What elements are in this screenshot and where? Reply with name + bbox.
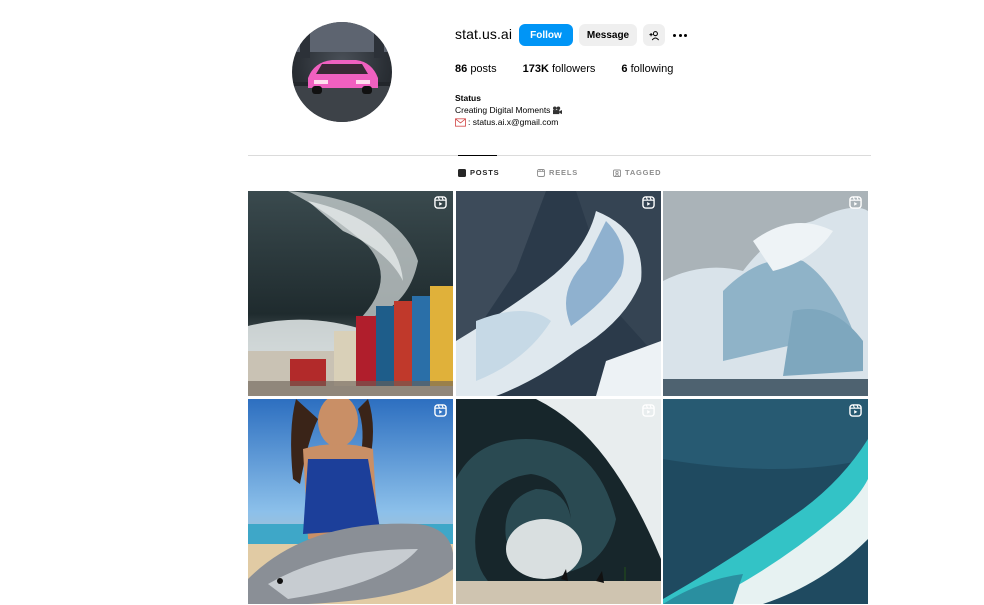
reel-icon bbox=[849, 196, 862, 209]
posts-grid bbox=[248, 191, 868, 604]
bio-email[interactable]: : status.ai.x@gmail.com bbox=[468, 116, 558, 128]
profile-bio: Status Creating Digital Moments : status… bbox=[455, 92, 563, 128]
grid-icon bbox=[458, 168, 466, 177]
bio-tagline: Creating Digital Moments bbox=[455, 105, 551, 115]
reel-icon bbox=[641, 196, 655, 209]
tabs-divider bbox=[248, 155, 871, 156]
post-image bbox=[455, 191, 661, 396]
post-image bbox=[248, 399, 453, 604]
reel-icon bbox=[434, 196, 447, 209]
reel-icon bbox=[641, 404, 655, 417]
reel-icon bbox=[849, 404, 862, 417]
more-icon bbox=[673, 33, 676, 37]
reels-icon bbox=[537, 168, 545, 177]
post-image bbox=[663, 399, 868, 604]
profile-page: stat.us.ai Follow Message 86 posts 173K … bbox=[0, 0, 984, 605]
message-button[interactable]: Message bbox=[579, 24, 637, 46]
profile-username: stat.us.ai bbox=[455, 26, 513, 42]
reel-icon bbox=[434, 404, 447, 417]
post-image bbox=[455, 399, 661, 604]
bio-name: Status bbox=[455, 93, 481, 103]
tab-reels[interactable]: REELS bbox=[537, 168, 578, 177]
post-tile[interactable] bbox=[455, 399, 661, 604]
suggested-accounts-button[interactable] bbox=[643, 24, 665, 46]
profile-avatar[interactable] bbox=[292, 22, 392, 122]
post-tile[interactable] bbox=[248, 191, 453, 396]
active-tab-indicator bbox=[458, 155, 497, 156]
post-image bbox=[663, 191, 868, 396]
post-tile[interactable] bbox=[663, 191, 868, 396]
post-tile[interactable] bbox=[663, 399, 868, 604]
post-tile[interactable] bbox=[455, 191, 661, 396]
follow-button[interactable]: Follow bbox=[519, 24, 573, 46]
more-options-button[interactable] bbox=[671, 27, 689, 43]
tab-posts[interactable]: POSTS bbox=[458, 168, 499, 177]
movie-camera-icon bbox=[553, 105, 563, 114]
posts-count: 86 posts bbox=[455, 63, 497, 75]
envelope-icon bbox=[455, 117, 466, 127]
post-tile[interactable] bbox=[248, 399, 453, 604]
post-image bbox=[248, 191, 453, 396]
tagged-icon bbox=[613, 169, 621, 177]
followers-count[interactable]: 173K followers bbox=[523, 63, 596, 75]
add-person-icon bbox=[648, 30, 659, 40]
tab-tagged[interactable]: TAGGED bbox=[613, 168, 661, 177]
following-count[interactable]: 6 following bbox=[621, 63, 673, 75]
profile-stats: 86 posts 173K followers 6 following bbox=[455, 63, 699, 75]
